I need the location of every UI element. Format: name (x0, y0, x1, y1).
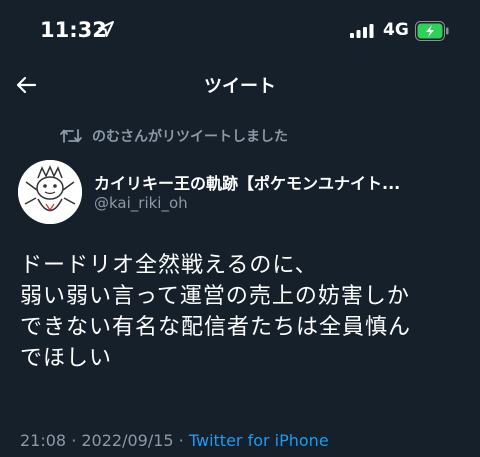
battery-charging-icon (415, 21, 449, 41)
retweet-icon (60, 129, 82, 143)
status-bar: 11:32 4G (0, 0, 480, 58)
tweet-time: 21:08 (20, 431, 67, 450)
author-display-name[interactable]: カイリキー王の軌跡【ポケモンユナイト... (94, 170, 430, 194)
tweet-text: ドードリオ全然戦えるのに、 弱い弱い言って運営の売上の妨害しか できない有名な配… (20, 253, 412, 371)
author-handle[interactable]: @kai_riki_oh (94, 194, 188, 212)
network-type: 4G (383, 20, 409, 40)
meta-separator: · (173, 431, 189, 450)
page-title: ツイート (204, 76, 276, 97)
tweet-date: 2022/09/15 (81, 431, 174, 450)
location-arrow-icon (98, 21, 114, 37)
tweet-source-link[interactable]: Twitter for iPhone (189, 431, 329, 450)
signal-bars-icon (350, 24, 374, 38)
top-navigation: ツイート (0, 62, 480, 108)
meta-separator: · (66, 431, 82, 450)
retweet-text: のむさんがリツイートしました (92, 129, 288, 145)
avatar[interactable] (18, 160, 82, 224)
avatar-drawing (18, 160, 82, 224)
tweet-meta: 21:08 · 2022/09/15 · Twitter for iPhone (20, 431, 329, 450)
